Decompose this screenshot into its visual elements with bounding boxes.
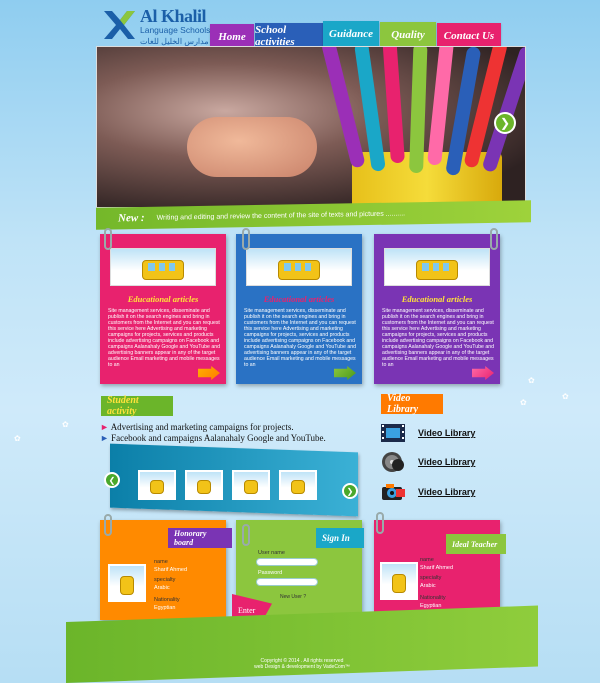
logo-arabic: مدارس الخليل للغات	[140, 37, 209, 46]
camera-icon	[382, 484, 405, 500]
sparkle-icon: ✿	[62, 420, 69, 429]
article-arrow-icon[interactable]	[334, 366, 356, 380]
paperclip-icon	[104, 228, 112, 250]
article-body: Site management services, disseminate an…	[244, 308, 357, 368]
ideal-teacher-panel: Ideal Teacher name Sharif Ahmed specialt…	[374, 520, 506, 620]
logo-subtitle: Language Schools	[140, 25, 211, 35]
news-text[interactable]: Writing and editing and review the conte…	[157, 210, 406, 221]
slider-next-button[interactable]: ❯	[494, 112, 516, 134]
chevron-right-icon: ❯	[499, 116, 511, 130]
profile-info: name Sharif Ahmed specialty Arabic Natio…	[420, 557, 454, 609]
sparkle-icon: ✿	[14, 434, 21, 443]
paperclip-icon	[490, 228, 498, 250]
chevron-left-icon: ❮	[108, 475, 116, 485]
logo-name: Al Khalil	[140, 6, 207, 26]
profile-info: name Sharif Ahmed specialty Arabic Natio…	[154, 559, 188, 611]
honorary-board-panel: Honorary board name Sharif Ahmed special…	[100, 520, 232, 620]
password-label: Password	[258, 570, 283, 576]
sparkle-icon: ✿	[562, 392, 569, 401]
honorary-board-label[interactable]: Honorary board	[168, 528, 232, 548]
article-card[interactable]: Educational articles Site management ser…	[100, 234, 226, 384]
signin-panel: Sign In User name Password New User ? En…	[232, 520, 364, 620]
gallery-thumbnail[interactable]	[138, 470, 176, 500]
footer-text: Copyright © 2014 . All rights reserved w…	[66, 658, 538, 670]
signin-label: Sign In	[316, 528, 364, 548]
article-title: Educational articles	[263, 294, 335, 304]
article-body: Site management services, disseminate an…	[382, 308, 495, 368]
article-arrow-icon[interactable]	[472, 366, 494, 380]
article-title: Educational articles	[401, 294, 473, 304]
article-thumbnail	[246, 248, 352, 286]
gallery-thumbnail[interactable]	[185, 470, 223, 500]
new-user-link[interactable]: New User ?	[280, 594, 306, 600]
article-thumbnail	[384, 248, 490, 286]
avatar	[380, 562, 418, 600]
gallery-thumbnail[interactable]	[232, 470, 270, 500]
chevron-right-icon: ❯	[346, 486, 354, 496]
gallery-prev-button[interactable]: ❮	[104, 472, 120, 488]
article-card[interactable]: Educational articles Site management ser…	[374, 234, 500, 384]
student-activity-list: ► Advertising and marketing campaigns fo…	[100, 422, 326, 444]
paperclip-icon	[376, 512, 384, 534]
site-logo[interactable]: Al Khalil Language Schools مدارس الخليل …	[102, 6, 214, 46]
logo-x-icon	[104, 11, 135, 39]
username-input[interactable]	[256, 558, 318, 566]
bullet-icon: ►	[100, 422, 109, 432]
paperclip-icon	[104, 514, 112, 536]
nav-quality[interactable]: Quality	[380, 22, 436, 48]
article-title: Educational articles	[127, 294, 199, 304]
sparkle-icon: ✿	[520, 398, 527, 407]
news-label: New :	[118, 211, 145, 225]
video-library-label[interactable]: Video Library	[381, 393, 443, 415]
avatar	[108, 564, 146, 602]
video-library-list: Video Library Video Library Video Librar…	[380, 420, 500, 510]
paperclip-icon	[242, 524, 250, 546]
hero-image	[96, 46, 526, 208]
film-icon	[381, 424, 405, 442]
ideal-teacher-label[interactable]: Ideal Teacher	[446, 534, 506, 554]
paperclip-icon	[242, 228, 250, 250]
disc-icon	[382, 452, 404, 472]
video-library-link[interactable]: Video Library	[380, 481, 475, 503]
video-library-link[interactable]: Video Library	[380, 422, 475, 444]
list-item[interactable]: ► Advertising and marketing campaigns fo…	[100, 422, 326, 433]
sparkle-icon: ✿	[528, 376, 535, 385]
nav-guidance[interactable]: Guidance	[323, 21, 379, 47]
article-arrow-icon[interactable]	[198, 366, 220, 380]
username-label: User name	[258, 550, 285, 556]
article-card[interactable]: Educational articles Site management ser…	[236, 234, 362, 384]
video-library-link[interactable]: Video Library	[380, 451, 475, 473]
password-input[interactable]	[256, 578, 318, 586]
credit-text[interactable]: web Design & development by VadeCom™	[66, 664, 538, 670]
list-item[interactable]: ► Facebook and campaigns Aalanahaly Goog…	[100, 433, 326, 444]
gallery-thumbnail[interactable]	[279, 470, 317, 500]
bullet-icon: ►	[100, 433, 109, 443]
student-activity-label[interactable]: Student activity	[101, 395, 173, 417]
article-body: Site management services, disseminate an…	[108, 308, 221, 368]
gallery-next-button[interactable]: ❯	[342, 483, 358, 499]
article-thumbnail	[110, 248, 216, 286]
